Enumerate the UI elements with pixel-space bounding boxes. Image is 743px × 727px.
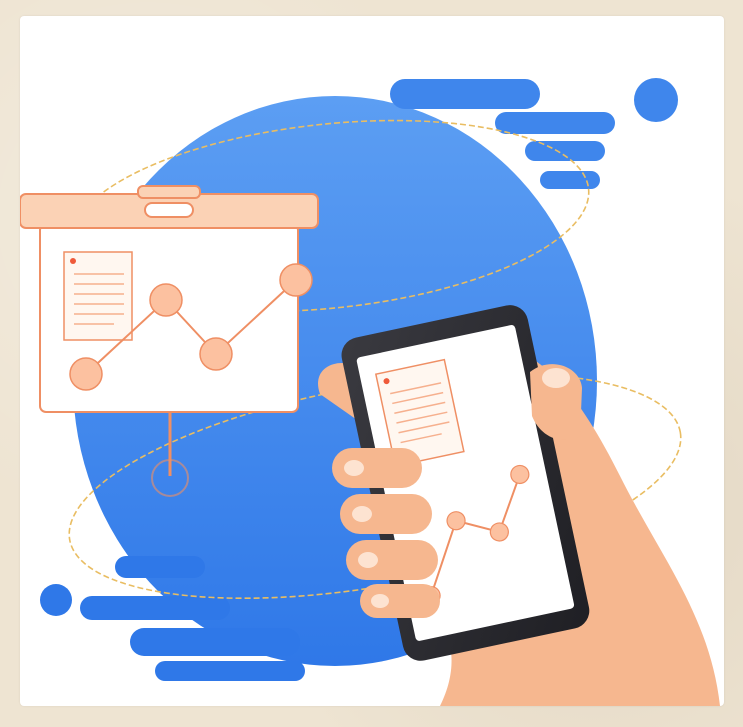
illustration bbox=[20, 78, 720, 706]
photo-frame bbox=[0, 0, 743, 727]
illustration-canvas bbox=[20, 16, 724, 706]
dot-top-right bbox=[634, 78, 678, 122]
document-icon bbox=[63, 251, 133, 341]
dot-bottom-left bbox=[40, 584, 72, 616]
